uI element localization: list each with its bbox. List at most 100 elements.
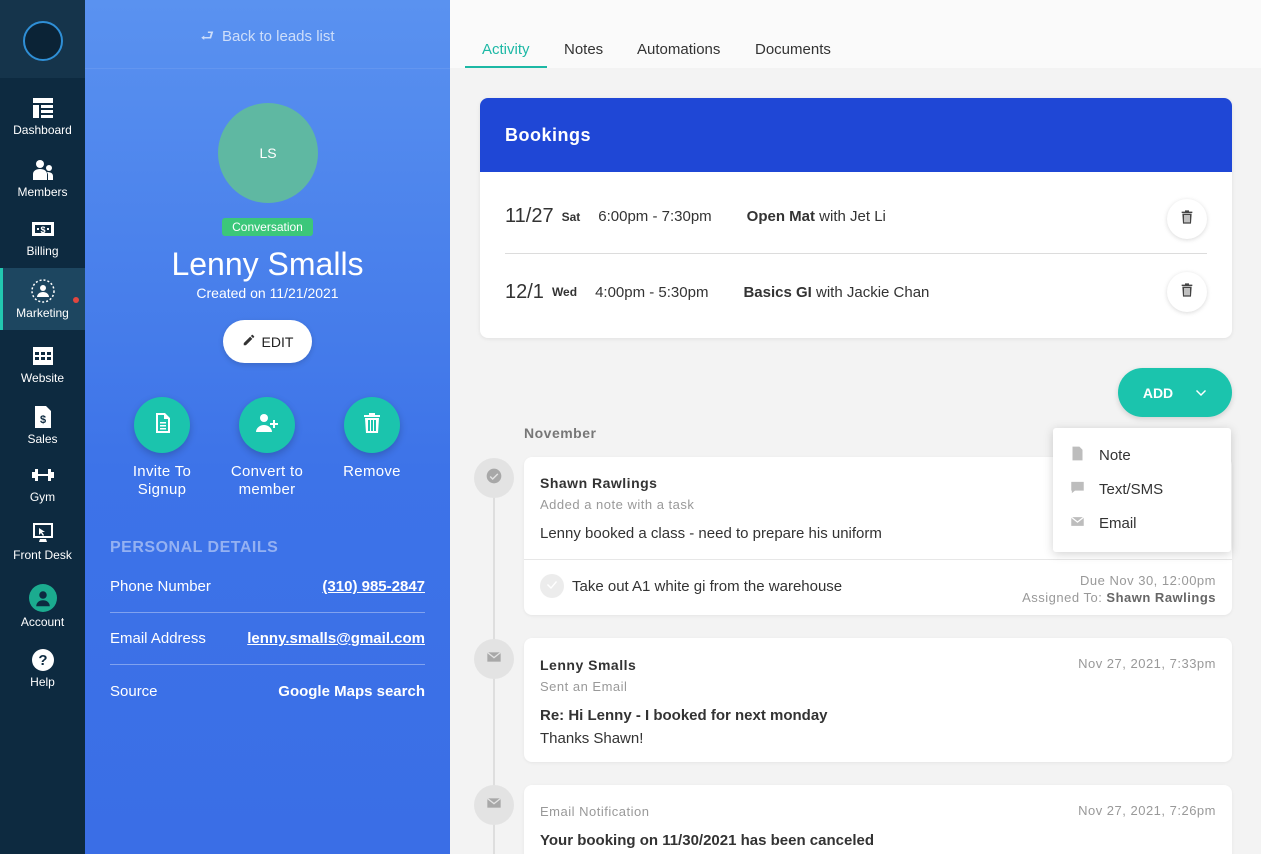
nav-item-dashboard[interactable]: Dashboard: [0, 96, 85, 148]
lead-avatar: LS: [218, 103, 318, 203]
booking-date: 12/1: [505, 280, 544, 303]
tab-bar: Activity Notes Automations Documents: [450, 0, 1261, 68]
remove-label: Remove: [343, 463, 401, 480]
invite-label-line2: Signup: [137, 481, 187, 498]
nav-label-front-desk: Front Desk: [13, 548, 72, 562]
nav-item-marketing[interactable]: Marketing: [0, 268, 85, 330]
edit-button[interactable]: EDIT: [223, 320, 312, 363]
nav-label-members: Members: [17, 185, 68, 199]
tab-documents[interactable]: Documents: [755, 41, 831, 58]
email-label: Email Address: [110, 630, 206, 647]
app-logo[interactable]: [23, 21, 63, 61]
tab-notes[interactable]: Notes: [564, 41, 603, 58]
add-button-label: ADD: [1142, 384, 1174, 401]
notification-dot: [73, 297, 79, 303]
sales-icon: $: [31, 405, 55, 429]
nav-item-front-desk[interactable]: Front Desk: [0, 521, 85, 573]
edit-button-label: EDIT: [261, 333, 294, 350]
nav-item-gym[interactable]: Gym: [0, 463, 85, 515]
phone-link[interactable]: (310) 985-2847: [322, 578, 425, 595]
add-dropdown-menu: Note Text/SMS Email: [1053, 428, 1231, 552]
notification-subject: Your booking on 11/30/2021 has been canc…: [540, 832, 875, 849]
booking-class: Open Mat with Jet Li: [747, 208, 886, 225]
nav-label-gym: Gym: [29, 490, 56, 504]
menu-item-text-sms[interactable]: Text/SMS: [1070, 479, 1163, 499]
menu-item-note-label: Note: [1099, 446, 1131, 464]
source-value: Google Maps search: [278, 682, 425, 700]
add-button[interactable]: ADD: [1118, 368, 1232, 417]
activity-author: Lenny Smalls: [540, 657, 637, 673]
booking-date: 11/27: [505, 205, 554, 227]
logo-area: [0, 0, 85, 78]
task-due: Due Nov 30, 12:00pm: [1080, 573, 1216, 588]
nav-item-billing[interactable]: $ Billing: [0, 217, 85, 269]
invite-button[interactable]: [134, 397, 190, 453]
activity-body: Lenny booked a class - need to prepare h…: [540, 525, 882, 542]
activity-main: Activity Notes Automations Documents Boo…: [450, 0, 1261, 854]
nav-item-help[interactable]: ? Help: [0, 648, 85, 700]
source-label: Source: [110, 682, 158, 700]
remove-lead-action[interactable]: Remove: [317, 397, 427, 481]
convert-label-line1: Convert to: [230, 463, 304, 480]
svg-text:?: ?: [38, 652, 47, 669]
activity-timestamp: Nov 27, 2021, 7:26pm: [1078, 803, 1216, 818]
month-heading: November: [524, 425, 597, 441]
dumbbell-icon: [31, 463, 55, 487]
booking-time: 4:00pm - 5:30pm: [595, 283, 709, 301]
convert-button[interactable]: [239, 397, 295, 453]
menu-item-note[interactable]: Note: [1070, 445, 1131, 465]
nav-item-account[interactable]: Account: [0, 584, 85, 636]
booking-day: Wed: [551, 285, 578, 299]
status-badge: Conversation: [222, 218, 313, 236]
task-text: Take out A1 white gi from the warehouse: [572, 578, 843, 595]
personal-details-title: PERSONAL DETAILS: [110, 539, 279, 556]
booking-row: 11/27 Sat 6:00pm - 7:30pm Open Mat with …: [505, 180, 1207, 254]
invite-to-signup-action[interactable]: Invite To Signup: [107, 397, 217, 499]
menu-item-email-label: Email: [1099, 514, 1137, 532]
delete-booking-button[interactable]: [1167, 272, 1207, 312]
nav-item-website[interactable]: Website: [0, 344, 85, 396]
activity-email-card: Lenny Smalls Nov 27, 2021, 7:33pm Sent a…: [524, 638, 1232, 762]
delete-booking-button[interactable]: [1167, 199, 1207, 239]
pencil-icon: [242, 333, 256, 350]
card-divider: [524, 559, 1232, 560]
menu-item-email[interactable]: Email: [1070, 513, 1137, 533]
add-user-icon: [255, 411, 279, 440]
remove-button[interactable]: [344, 397, 400, 453]
booking-class-name: Open Mat: [746, 208, 816, 225]
task-checkbox[interactable]: [540, 574, 564, 598]
nav-item-members[interactable]: Members: [0, 158, 85, 210]
back-arrow-icon: ⮐: [200, 28, 214, 45]
website-icon: [31, 344, 55, 368]
task-meta: Due Nov 30, 12:00pm Assigned To: Shawn R…: [1022, 572, 1216, 606]
svg-text:$: $: [40, 225, 45, 235]
activity-timestamp: Nov 27, 2021, 7:33pm: [1078, 656, 1216, 671]
booking-row: 12/1 Wed 4:00pm - 5:30pm Basics GI with …: [505, 255, 1207, 329]
tab-activity[interactable]: Activity: [482, 41, 530, 58]
convert-label-line2: member: [238, 481, 296, 498]
timeline-email-marker: [474, 639, 514, 679]
booking-day: Sat: [561, 209, 581, 224]
convert-to-member-action[interactable]: Convert to member: [212, 397, 322, 499]
booking-instructor: with Jet Li: [815, 208, 886, 225]
marketing-icon: [30, 279, 55, 303]
tab-automations[interactable]: Automations: [637, 41, 720, 58]
nav-label-marketing: Marketing: [16, 306, 69, 320]
nav-item-sales[interactable]: $ Sales: [0, 405, 85, 457]
chevron-down-icon: [1195, 385, 1207, 401]
activity-subtitle: Sent an Email: [540, 679, 628, 694]
email-body: Thanks Shawn!: [540, 730, 644, 747]
chat-icon: [1070, 480, 1099, 499]
lead-created-date: Created on 11/21/2021: [196, 285, 339, 301]
nav-label-dashboard: Dashboard: [13, 123, 72, 137]
nav-label-sales: Sales: [27, 432, 58, 446]
main-navigation: Dashboard Members $ Billing Marketing We…: [0, 0, 85, 854]
check-circle-icon: [486, 468, 502, 489]
booking-time: 6:00pm - 7:30pm: [598, 208, 712, 225]
back-to-leads-link[interactable]: ⮐ Back to leads list: [85, 26, 450, 51]
menu-item-text-sms-label: Text/SMS: [1099, 480, 1164, 498]
email-link[interactable]: lenny.smalls@gmail.com: [247, 630, 425, 647]
activity-subtitle: Email Notification: [540, 804, 650, 819]
email-subject: Re: Hi Lenny - I booked for next monday: [540, 707, 828, 724]
booking-instructor: with Jackie Chan: [811, 283, 930, 301]
